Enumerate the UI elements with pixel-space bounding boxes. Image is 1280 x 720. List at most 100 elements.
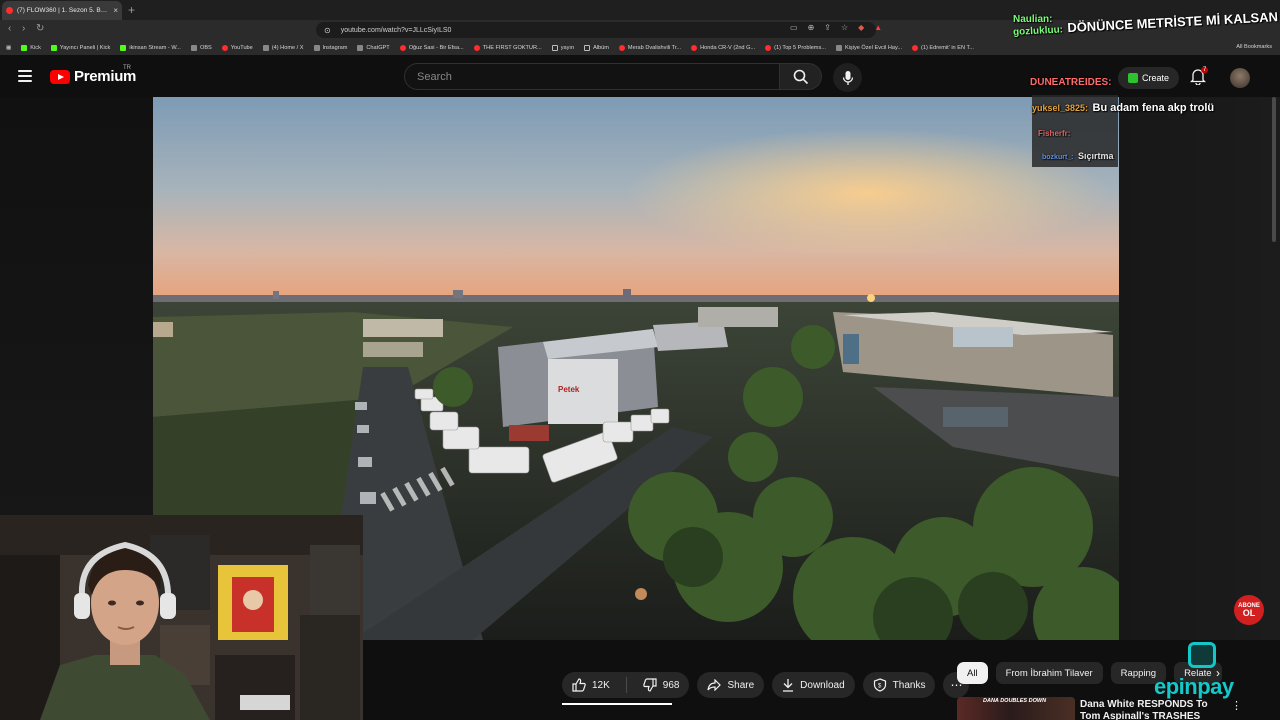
generic-bookmark-icon xyxy=(357,44,364,51)
recommended-thumbnail[interactable]: DANA DOUBLES DOWN xyxy=(957,697,1075,720)
bookmark-star-icon[interactable]: ☆ xyxy=(841,23,848,32)
search-box xyxy=(404,63,780,90)
url-text: youtube.com/watch?v=JLLcSiyILS0 xyxy=(340,26,452,34)
zoom-icon[interactable]: ⊕ xyxy=(808,23,815,32)
new-tab-icon[interactable]: + xyxy=(128,3,135,17)
bookmark-item[interactable]: OBS xyxy=(190,44,212,51)
folder-bookmark-icon xyxy=(584,44,591,51)
epinpay-logo-icon xyxy=(1188,642,1216,668)
bookmark-item[interactable]: Albüm xyxy=(584,44,609,51)
youtube-bookmark-icon xyxy=(221,44,228,51)
all-bookmarks-folder[interactable]: All Bookmarks xyxy=(1236,44,1272,50)
bookmark-item[interactable]: YouTube xyxy=(221,44,253,51)
bookmark-item[interactable]: yayın xyxy=(551,44,575,51)
extension-red-icon[interactable]: ▲ xyxy=(874,23,882,32)
reload-icon[interactable]: ↻ xyxy=(36,23,44,34)
notification-count-badge: 7 xyxy=(1201,67,1209,73)
create-button[interactable]: Create xyxy=(1118,67,1180,89)
cast-icon[interactable]: ▭ xyxy=(790,23,798,32)
bookmark-item[interactable]: Honda CR-V (2nd G... xyxy=(691,44,756,51)
youtube-bookmark-icon xyxy=(912,44,919,51)
extension-icon[interactable]: ◆ xyxy=(858,23,864,32)
site-info-icon[interactable]: ⊙ xyxy=(324,26,331,35)
search-input[interactable] xyxy=(417,70,779,83)
share-label: Share xyxy=(727,679,755,691)
voice-search-button[interactable] xyxy=(833,63,862,92)
bookmark-item[interactable]: Yayıncı Paneli | Kick xyxy=(50,44,111,51)
chat-panel-backdrop xyxy=(1032,95,1118,167)
back-arrow-icon[interactable]: ‹ xyxy=(8,23,11,34)
bookmark-label: Kick xyxy=(30,44,41,51)
download-icon xyxy=(783,679,794,692)
account-avatar[interactable] xyxy=(1230,68,1250,88)
thumbs-down-icon xyxy=(643,678,657,692)
like-button[interactable]: 12K xyxy=(562,672,620,698)
bookmark-item[interactable]: ChatGPT xyxy=(357,44,390,51)
page-scrollbar[interactable] xyxy=(1272,97,1276,242)
dislike-button[interactable]: 968 xyxy=(633,672,690,698)
generic-bookmark-icon xyxy=(313,44,320,51)
bookmark-label: yayın xyxy=(560,44,575,51)
bookmark-label: (4) Home / X xyxy=(271,44,304,51)
bookmark-item[interactable]: Oğuz Sasi - Bir Efsa... xyxy=(399,44,464,51)
streamer-webcam xyxy=(0,515,363,720)
bookmark-label: YouTube xyxy=(230,44,253,51)
bookmark-item[interactable]: Kick xyxy=(21,44,41,51)
download-label: Download xyxy=(800,679,845,691)
youtube-bookmark-icon xyxy=(618,44,625,51)
like-divider xyxy=(625,677,627,693)
filter-chip[interactable]: All xyxy=(957,662,988,684)
bookmark-item[interactable]: (1) Top 5 Problems... xyxy=(765,44,826,51)
youtube-favicon-icon xyxy=(6,7,13,14)
youtube-header: Premium TR Create 7 xyxy=(0,55,1280,97)
bookmark-label: Oğuz Sasi - Bir Efsa... xyxy=(408,44,464,51)
menu-icon[interactable] xyxy=(18,70,32,82)
bookmark-item[interactable]: Instagram xyxy=(313,44,347,51)
like-dislike-group: 12K 968 xyxy=(562,672,690,698)
browser-tab-active[interactable]: (7) FLOW360 | 1. Sezon 5. Bölüm × xyxy=(2,1,122,20)
subscribe-badge-bottom: OL xyxy=(1242,608,1256,618)
bookmark-label: ikinsan Stream - W... xyxy=(129,44,181,51)
bookmark-item[interactable]: THE FIRST GOKTUR... xyxy=(473,44,542,51)
thumbs-up-icon xyxy=(572,678,586,692)
bookmark-label: THE FIRST GOKTUR... xyxy=(482,44,542,51)
bookmark-label: Merab Dvalishvili Tr... xyxy=(627,44,682,51)
bookmark-label: Yayıncı Paneli | Kick xyxy=(59,44,111,51)
bookmark-item[interactable]: Kişiye Özel Evcil Hay... xyxy=(835,44,902,51)
bookmarks-bar: ▦ Kick Yayıncı Paneli | Kick ikinsan Stream… xyxy=(0,40,1280,55)
kick-bookmark-icon xyxy=(50,44,57,51)
forward-arrow-icon[interactable]: › xyxy=(22,23,25,34)
share-page-icon[interactable]: ⇪ xyxy=(824,23,831,32)
bookmark-item[interactable]: Merab Dvalishvili Tr... xyxy=(618,44,682,51)
thanks-heart-icon: $ xyxy=(873,678,886,692)
bookmark-item[interactable]: (1) Edremit' in EN T... xyxy=(912,44,974,51)
tab-close-icon[interactable]: × xyxy=(113,6,118,15)
thanks-label: Thanks xyxy=(892,679,926,691)
search-icon xyxy=(793,69,808,84)
download-button[interactable]: Download xyxy=(772,672,855,698)
browser-tab-bar: (7) FLOW360 | 1. Sezon 5. Bölüm × + xyxy=(0,0,1280,20)
youtube-bookmark-icon xyxy=(473,44,480,51)
bookmark-item[interactable]: ikinsan Stream - W... xyxy=(120,44,181,51)
folder-bookmark-icon xyxy=(551,44,558,51)
bookmark-label: OBS xyxy=(199,44,212,51)
apps-grid-icon[interactable]: ▦ xyxy=(6,45,11,51)
youtube-bookmark-icon xyxy=(691,44,698,51)
toolbar-icons: ▭ ⊕ ⇪ ☆ ◆ ▲ xyxy=(790,23,882,32)
filter-chip[interactable]: From İbrahim Tilaver xyxy=(995,662,1103,684)
generic-bookmark-icon xyxy=(190,44,197,51)
thanks-button[interactable]: $ Thanks xyxy=(862,672,936,698)
bookmark-label: ChatGPT xyxy=(366,44,390,51)
bookmark-label: Albüm xyxy=(593,44,609,51)
youtube-logo[interactable]: Premium TR xyxy=(50,65,136,85)
bookmark-item[interactable]: (4) Home / X xyxy=(262,44,304,51)
bookmark-label: Honda CR-V (2nd G... xyxy=(700,44,756,51)
webcam-image xyxy=(0,515,363,720)
sponsor-logo: epinpay xyxy=(1154,642,1254,702)
search-button[interactable] xyxy=(780,63,822,90)
bookmark-label: (1) Top 5 Problems... xyxy=(774,44,826,51)
generic-bookmark-icon xyxy=(262,44,269,51)
bookmark-label: (1) Edremit' in EN T... xyxy=(921,44,974,51)
recommended-title[interactable]: Dana White RESPONDS To Tom Aspinall's TR… xyxy=(1080,699,1230,720)
share-button[interactable]: Share xyxy=(697,672,765,698)
